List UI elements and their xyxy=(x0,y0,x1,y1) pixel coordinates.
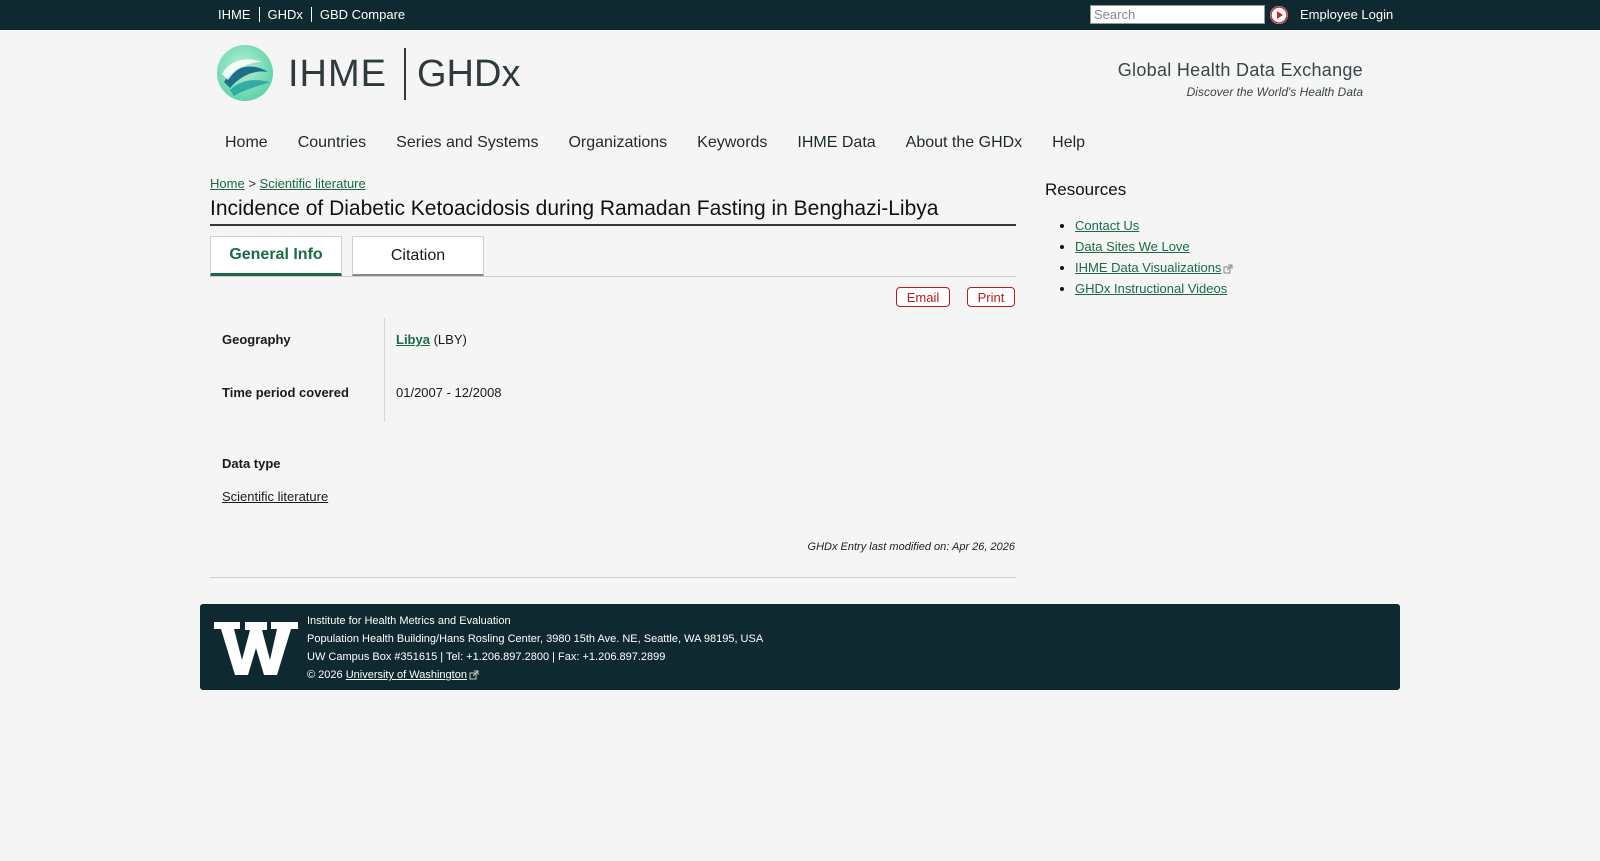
brand-ihme[interactable]: IHME xyxy=(288,52,387,96)
geography-code: (LBY) xyxy=(433,332,467,347)
list-item: Contact Us xyxy=(1075,215,1233,236)
breadcrumb-home[interactable]: Home xyxy=(210,176,245,191)
nav-item-ihme-data[interactable]: IHME Data xyxy=(782,133,890,153)
tab-citation[interactable]: Citation xyxy=(352,236,484,276)
resources-list: Contact Us Data Sites We Love IHME Data … xyxy=(1075,215,1233,299)
geography-link-libya[interactable]: Libya xyxy=(396,332,430,347)
resource-contact-us[interactable]: Contact Us xyxy=(1075,218,1139,233)
play-arrow-icon xyxy=(1270,6,1288,24)
footer-address: Population Health Building/Hans Rosling … xyxy=(307,633,764,645)
resource-ihme-data-viz[interactable]: IHME Data Visualizations xyxy=(1075,260,1221,275)
geography-value: Libya (LBY) xyxy=(396,332,467,347)
top-link-ghdx[interactable]: GHDx xyxy=(258,7,311,22)
search-submit-button[interactable] xyxy=(1270,6,1288,24)
footer-institute: Institute for Health Metrics and Evaluat… xyxy=(307,615,511,627)
time-period-label: Time period covered xyxy=(222,385,349,400)
tab-bar: General Info Citation xyxy=(210,236,1016,277)
footer-contact: UW Campus Box #351615 | Tel: +1.206.897.… xyxy=(307,651,666,663)
site-tagline: Global Health Data Exchange Discover the… xyxy=(1118,60,1363,99)
top-links: IHME GHDx GBD Compare xyxy=(218,7,413,22)
tagline-title: Global Health Data Exchange xyxy=(1117,60,1363,80)
footer-copyright: © 2026 xyxy=(307,669,343,681)
tab-general-info[interactable]: General Info xyxy=(210,236,342,276)
tagline-subtitle: Discover the World's Health Data xyxy=(1186,85,1363,99)
list-item: GHDx Instructional Videos xyxy=(1075,278,1233,299)
email-button[interactable]: Email xyxy=(896,287,950,307)
data-type-link[interactable]: Scientific literature xyxy=(222,489,328,504)
field-separator xyxy=(384,318,385,422)
last-modified: GHDx Entry last modified on: Apr 26, 202… xyxy=(807,541,1015,553)
list-item: IHME Data Visualizations xyxy=(1075,257,1233,278)
ihme-logo-icon[interactable] xyxy=(216,44,274,102)
nav-item-countries[interactable]: Countries xyxy=(283,133,381,153)
footer-copyright-line: © 2026 University of Washington xyxy=(307,666,763,684)
brand-divider xyxy=(404,48,406,100)
breadcrumb-scientific-literature[interactable]: Scientific literature xyxy=(260,176,366,191)
nav-item-home[interactable]: Home xyxy=(210,133,283,153)
resource-data-sites[interactable]: Data Sites We Love xyxy=(1075,239,1190,254)
external-link-icon xyxy=(469,670,479,680)
footer-uw-link[interactable]: University of Washington xyxy=(346,669,467,681)
breadcrumb-separator: > xyxy=(248,176,256,191)
geography-label: Geography xyxy=(222,332,291,347)
uw-w-logo-icon[interactable] xyxy=(214,620,298,676)
nav-item-help[interactable]: Help xyxy=(1037,133,1100,153)
employee-login-link[interactable]: Employee Login xyxy=(1300,7,1393,22)
top-link-ihme[interactable]: IHME xyxy=(218,7,259,22)
nav-item-about[interactable]: About the GHDx xyxy=(891,133,1038,153)
site-footer: Institute for Health Metrics and Evaluat… xyxy=(200,604,1400,690)
brand-ghdx[interactable]: GHDx xyxy=(417,52,520,96)
footer-text: Institute for Health Metrics and Evaluat… xyxy=(307,612,763,684)
nav-item-series-and-systems[interactable]: Series and Systems xyxy=(381,133,553,153)
top-bar: IHME GHDx GBD Compare Employee Login xyxy=(0,0,1600,30)
time-period-value: 01/2007 - 12/2008 xyxy=(396,385,502,400)
breadcrumb: Home > Scientific literature xyxy=(210,176,366,191)
main-divider xyxy=(210,577,1016,578)
search-input[interactable] xyxy=(1090,5,1265,24)
resources-title: Resources xyxy=(1045,180,1127,199)
top-link-gbd-compare[interactable]: GBD Compare xyxy=(310,7,413,22)
external-link-icon xyxy=(1223,264,1233,274)
list-item: Data Sites We Love xyxy=(1075,236,1233,257)
resource-instructional-videos[interactable]: GHDx Instructional Videos xyxy=(1075,281,1227,296)
page-title: Incidence of Diabetic Ketoacidosis durin… xyxy=(210,196,1016,226)
main-nav: Home Countries Series and Systems Organi… xyxy=(210,133,1100,153)
nav-item-keywords[interactable]: Keywords xyxy=(682,133,782,153)
print-button[interactable]: Print xyxy=(967,287,1015,307)
data-type-label: Data type xyxy=(222,456,281,471)
nav-item-organizations[interactable]: Organizations xyxy=(553,133,682,153)
